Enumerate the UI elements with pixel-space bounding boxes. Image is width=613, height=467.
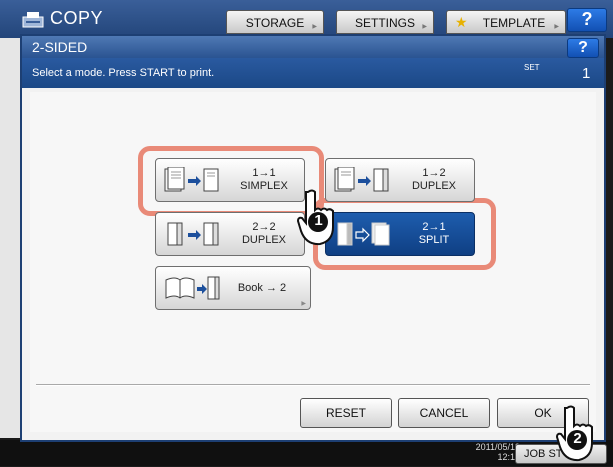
clock-time: 12:15 — [497, 452, 520, 462]
step2-number: 2 — [573, 430, 582, 447]
background-panel — [0, 38, 20, 438]
mode-book-label: Book → 2 — [237, 282, 287, 294]
mode-simplex-ratio: 1→1 — [252, 167, 276, 179]
tab-storage[interactable]: STORAGE ▶ — [226, 10, 324, 34]
reset-button[interactable]: RESET — [300, 398, 392, 428]
mode-simplex-button[interactable]: 1→1 SIMPLEX — [155, 158, 305, 202]
mode-duplex-2to2-ratio: 2→2 — [252, 221, 276, 233]
star-icon: ★ — [455, 14, 468, 30]
mode-simplex-label: SIMPLEX — [240, 180, 288, 192]
mode-split-ratio: 2→1 — [422, 221, 446, 233]
tab-template[interactable]: ★ TEMPLATE ▶ — [446, 10, 566, 34]
mode-split-button[interactable]: 2→1 SPLIT — [325, 212, 475, 256]
tab-storage-label: STORAGE — [245, 16, 305, 30]
app-title: COPY — [50, 8, 104, 28]
pointing-hand-step2-icon: 2 — [555, 404, 605, 462]
cancel-button[interactable]: CANCEL — [398, 398, 490, 428]
mode-split-label: SPLIT — [418, 234, 450, 246]
mode-duplex-label: DUPLEX — [411, 180, 457, 192]
arrow-icon: ▶ — [554, 24, 559, 30]
message-bar: Select a mode. Press START to print. SET… — [22, 58, 604, 88]
dialog-help-button[interactable]: ? — [567, 38, 599, 58]
mode-duplex-2to2-button[interactable]: 2→2 DUPLEX — [155, 212, 305, 256]
clock-date: 2011/05/19 — [475, 442, 520, 452]
dialog-title-bar: 2-SIDED ? — [22, 36, 604, 58]
divider — [36, 384, 590, 386]
mode-duplex-1to2-button[interactable]: 1→2 DUPLEX — [325, 158, 475, 202]
clock: 2011/05/19 12:15 — [440, 442, 520, 462]
tab-template-label: TEMPLATE — [482, 16, 546, 30]
mode-book-button[interactable]: Book → 2 ▶ — [155, 266, 311, 310]
book-to-duplex-icon — [164, 275, 220, 308]
dialog-title: 2-SIDED — [32, 39, 88, 55]
copy-icon — [22, 11, 44, 34]
mode-duplex-ratio: 1→2 — [422, 167, 446, 179]
arrow-icon: ▶ — [422, 24, 427, 30]
tab-settings[interactable]: SETTINGS ▶ — [336, 10, 434, 34]
duplex-to-duplex-icon — [164, 221, 220, 254]
step1-number: 1 — [314, 212, 323, 229]
set-count: 1 — [582, 65, 591, 82]
arrow-icon: ▶ — [301, 301, 306, 307]
set-label: SET — [524, 63, 540, 72]
mode-duplex-2to2-label: DUPLEX — [241, 234, 287, 246]
arrow-icon: ▶ — [312, 24, 317, 30]
pointing-hand-step1-icon: 1 — [296, 188, 346, 246]
instruction-message: Select a mode. Press START to print. — [32, 67, 215, 79]
simplex-to-simplex-icon — [164, 166, 220, 200]
tab-settings-label: SETTINGS — [354, 16, 415, 30]
copy-mode-indicator: COPY — [10, 8, 120, 32]
help-button[interactable]: ? — [567, 8, 607, 32]
